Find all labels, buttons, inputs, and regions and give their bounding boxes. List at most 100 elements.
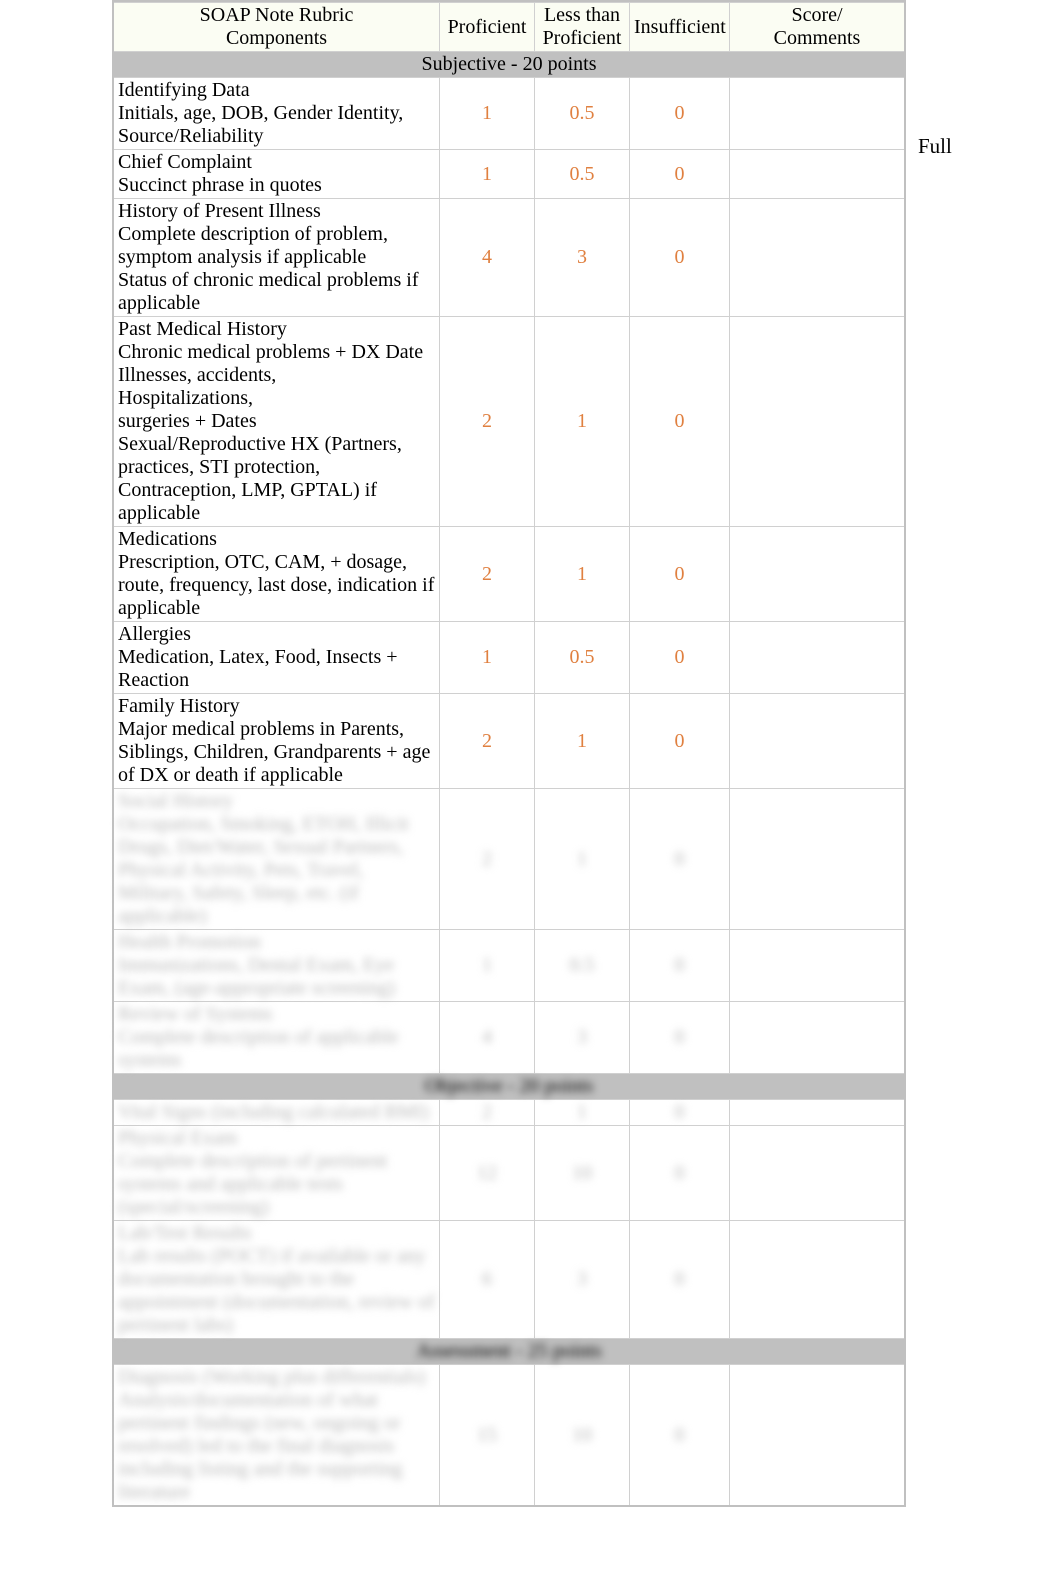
proficient-cell: 12 (439, 1126, 534, 1220)
component-cell: Review of SystemsComplete description of… (114, 1002, 439, 1073)
insufficient-cell-value: 0 (675, 410, 685, 433)
score-cell (729, 150, 904, 198)
component-desc: Major medical problems in Parents, Sibli… (118, 718, 435, 787)
component-title: Health Promotion (118, 931, 261, 954)
component-desc: Lab results (POCT) if available or any d… (118, 1245, 435, 1337)
insufficient-cell: 0 (629, 1365, 729, 1505)
proficient-cell-value: 2 (482, 563, 492, 586)
component-title: Review of Systems (118, 1003, 272, 1026)
component-title: Chief Complaint (118, 151, 252, 174)
less-proficient-cell: 3 (534, 199, 629, 316)
less-proficient-cell: 1 (534, 317, 629, 526)
side-label: Full (918, 134, 952, 159)
less-proficient-cell-value: 1 (577, 410, 587, 433)
score-cell (729, 622, 904, 693)
proficient-cell-value: 2 (482, 1101, 492, 1124)
table-row: Chief ComplaintSuccinct phrase in quotes… (114, 149, 904, 198)
less-proficient-cell: 1 (534, 527, 629, 621)
insufficient-cell-value: 0 (675, 730, 685, 753)
insufficient-cell: 0 (629, 199, 729, 316)
section-title: Objective - 20 points (114, 1074, 904, 1099)
table-row: Identifying DataInitials, age, DOB, Gend… (114, 77, 904, 149)
header-proficient: Proficient (439, 3, 534, 51)
component-cell: Past Medical HistoryChronic medical prob… (114, 317, 439, 526)
proficient-cell: 6 (439, 1221, 534, 1338)
less-proficient-cell-value: 3 (577, 246, 587, 269)
less-proficient-cell: 0.5 (534, 622, 629, 693)
table-row: MedicationsPrescription, OTC, CAM, + dos… (114, 526, 904, 621)
table-row: Physical ExamComplete description of per… (114, 1125, 904, 1220)
insufficient-cell: 0 (629, 317, 729, 526)
less-proficient-cell-value: 3 (577, 1026, 587, 1049)
insufficient-cell-value: 0 (675, 246, 685, 269)
table-row: Review of SystemsComplete description of… (114, 1001, 904, 1073)
table-row: Vital Signs (including calculated BMI)21… (114, 1099, 904, 1125)
less-proficient-cell: 10 (534, 1365, 629, 1505)
less-proficient-cell-value: 10 (572, 1424, 592, 1447)
component-cell: Social HistoryOccupation, Smoking, ETOH,… (114, 789, 439, 929)
component-title: History of Present Illness (118, 200, 321, 223)
proficient-cell: 2 (439, 527, 534, 621)
less-proficient-cell: 3 (534, 1002, 629, 1073)
header-less-l1: Less than (539, 4, 625, 27)
component-cell: Identifying DataInitials, age, DOB, Gend… (114, 78, 439, 149)
score-cell (729, 199, 904, 316)
proficient-cell-value: 1 (482, 102, 492, 125)
component-cell: Diagnosis (Working plus differentials)An… (114, 1365, 439, 1505)
insufficient-cell: 0 (629, 789, 729, 929)
insufficient-cell-value: 0 (675, 163, 685, 186)
section-header: Assessment - 25 points (114, 1338, 904, 1364)
table-row: Past Medical HistoryChronic medical prob… (114, 316, 904, 526)
less-proficient-cell-value: 1 (577, 730, 587, 753)
insufficient-cell-value: 0 (675, 1162, 685, 1185)
insufficient-cell-value: 0 (675, 563, 685, 586)
less-proficient-cell-value: 1 (577, 848, 587, 871)
less-proficient-cell: 0.5 (534, 150, 629, 198)
component-title: Diagnosis (Working plus differentials) (118, 1366, 425, 1389)
proficient-cell: 2 (439, 789, 534, 929)
table-row: Lab/Test ResultsLab results (POCT) if av… (114, 1220, 904, 1338)
insufficient-cell-value: 0 (675, 102, 685, 125)
proficient-cell-value: 1 (482, 646, 492, 669)
table-row: Health PromotionImmunizations, Dental Ex… (114, 929, 904, 1001)
insufficient-cell: 0 (629, 1002, 729, 1073)
insufficient-cell: 0 (629, 1221, 729, 1338)
rubric-table: SOAP Note Rubric Components Proficient L… (112, 0, 906, 1507)
component-desc: Prescription, OTC, CAM, + dosage, route,… (118, 551, 435, 620)
header-score-l2: Comments (734, 27, 900, 50)
score-cell (729, 930, 904, 1001)
less-proficient-cell: 1 (534, 789, 629, 929)
insufficient-cell: 0 (629, 78, 729, 149)
component-cell: History of Present IllnessComplete descr… (114, 199, 439, 316)
proficient-cell-value: 1 (482, 163, 492, 186)
component-desc: Complete description of pertinent system… (118, 1150, 435, 1219)
insufficient-cell-value: 0 (675, 1026, 685, 1049)
proficient-cell-value: 2 (482, 730, 492, 753)
proficient-cell-value: 4 (482, 1026, 492, 1049)
proficient-cell-value: 2 (482, 410, 492, 433)
insufficient-cell: 0 (629, 622, 729, 693)
component-desc: Illnesses, accidents, (118, 364, 276, 387)
section-header: Subjective - 20 points (114, 51, 904, 77)
table-row: AllergiesMedication, Latex, Food, Insect… (114, 621, 904, 693)
component-title: Lab/Test Results (118, 1222, 252, 1245)
proficient-cell: 1 (439, 622, 534, 693)
less-proficient-cell-value: 0.5 (570, 102, 595, 125)
component-desc: Complete description of applicable syste… (118, 1026, 435, 1072)
insufficient-cell: 0 (629, 694, 729, 788)
component-desc: Chronic medical problems + DX Date (118, 341, 423, 364)
score-cell (729, 527, 904, 621)
insufficient-cell-value: 0 (675, 646, 685, 669)
insufficient-cell-value: 0 (675, 1268, 685, 1291)
component-title: Medications (118, 528, 217, 551)
less-proficient-cell: 0.5 (534, 930, 629, 1001)
proficient-cell: 15 (439, 1365, 534, 1505)
header-components-l2: Components (118, 27, 435, 50)
component-title: Family History (118, 695, 240, 718)
less-proficient-cell-value: 1 (577, 563, 587, 586)
section-title: Assessment - 25 points (114, 1339, 904, 1364)
proficient-cell-value: 4 (482, 246, 492, 269)
header-less-proficient: Less than Proficient (534, 3, 629, 51)
component-desc: Succinct phrase in quotes (118, 174, 322, 197)
insufficient-cell-value: 0 (675, 848, 685, 871)
